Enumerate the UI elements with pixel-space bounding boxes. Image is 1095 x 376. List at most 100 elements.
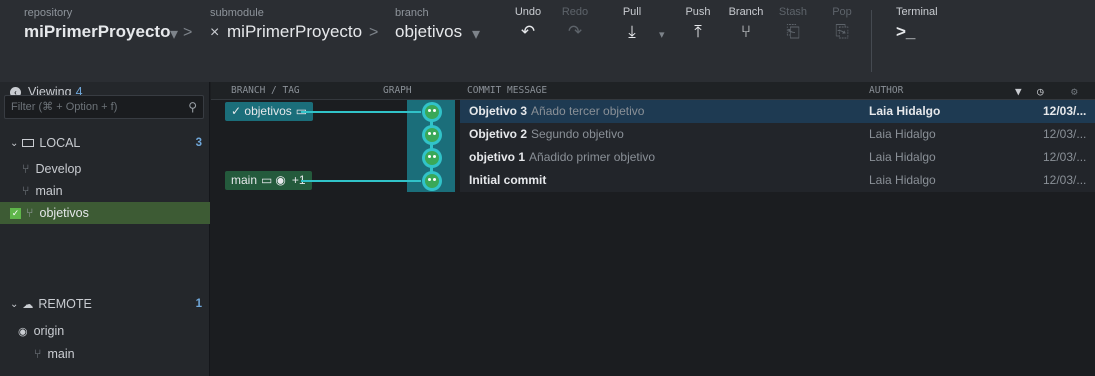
stash-icon: ⎗ [786,22,800,41]
chevron-down-icon[interactable]: ▾ [472,24,480,44]
local-label: LOCAL [39,136,81,150]
commit-graph: BRANCH / TAG GRAPH COMMIT MESSAGE AUTHOR… [211,82,1095,376]
branch-label-main[interactable]: main ▭ ◉ +1 [225,171,312,190]
repository-selector[interactable]: miPrimerProyecto [24,22,170,42]
redo-button[interactable]: Redo ↷ [549,6,601,42]
local-section-header[interactable]: ⌄ LOCAL 3 [0,132,210,154]
commit-message: objetivo 1 Añadido primer objetivo [469,150,655,164]
branch-button[interactable]: Branch ⑂ [720,6,772,42]
remote-section-header[interactable]: ⌄ ☁ REMOTE 1 [0,293,210,315]
author-header[interactable]: AUTHOR [869,85,903,96]
branch-icon: ⑂ [740,22,752,41]
commit-message: Objetivo 2 Segundo objetivo [469,127,624,141]
undo-label: Undo [514,6,542,18]
chevron-down-icon[interactable]: ▾ [170,24,178,44]
commit-description: Añado tercer objetivo [531,104,645,118]
branch-tag-header[interactable]: BRANCH / TAG [231,85,300,96]
branch-icon: ⑂ [34,347,42,361]
breadcrumb-separator-icon: > [183,24,193,41]
commit-message: Objetivo 3 Añado tercer objetivo [469,104,644,118]
table-row[interactable]: objetivo 1 Añadido primer objetivo Laia H… [211,146,1095,169]
search-icon[interactable]: ⚲ [188,96,197,118]
github-icon: ◉ [18,325,28,338]
branch-name: objetivos [39,206,89,220]
filter-icon[interactable]: ▼ [1015,85,1022,98]
filter-input[interactable]: Filter (⌘ + Option + f) ⚲ [4,95,204,119]
commit-node-avatar[interactable] [422,148,442,168]
clock-icon[interactable]: ◷ [1037,85,1044,98]
branch-icon: ⑂ [22,162,30,176]
breadcrumb-separator-icon: > [369,24,379,41]
local-count: 3 [195,137,202,149]
graph-header[interactable]: GRAPH [383,85,412,96]
commit-title: objetivo 1 [469,150,526,164]
commit-author: Laia Hidalgo [869,104,941,118]
branch-name: main [231,173,258,187]
pop-button[interactable]: Pop ⎘ [816,6,868,42]
toolbar: repository miPrimerProyecto ▾ > submodul… [0,0,1095,82]
sidebar-item-origin[interactable]: ◉ origin [0,320,210,342]
branch-name: objetivos [244,104,292,118]
stash-button[interactable]: Stash ⎗ [767,6,819,42]
sidebar-item-origin-main[interactable]: ⑂ main [0,343,210,365]
redo-label: Redo [561,6,589,18]
push-label: Push [685,6,711,18]
terminal-icon: >_ [896,22,916,41]
commit-node-avatar[interactable] [422,171,442,191]
commit-message-header[interactable]: COMMIT MESSAGE [467,85,547,96]
pop-label: Pop [832,6,852,18]
checkbox-icon[interactable]: ✓ [10,207,21,219]
commit-node-avatar[interactable] [422,125,442,145]
sidebar-item-develop[interactable]: ⑂ Develop [0,158,210,180]
stash-label: Stash [778,6,808,18]
commit-title: Objetivo 2 [469,127,528,141]
commit-date: 12/03/... [1043,173,1087,187]
pop-icon: ⎘ [835,22,849,41]
cloud-icon: ☁ [22,298,34,311]
redo-icon: ↷ [567,22,583,41]
branch-label: Branch [728,6,764,18]
commit-title: Objetivo 3 [469,104,528,118]
commit-description: Añadido primer objetivo [529,150,656,164]
branch-connector [301,111,421,113]
branch-name: main [35,184,63,198]
toolbar-divider [871,10,872,72]
sidebar: ‹ Viewing 4 Filter (⌘ + Option + f) ⚲ ⌄ … [0,82,210,376]
table-row[interactable]: Objetivo 2 Segundo objetivo Laia Hidalgo … [211,123,1095,146]
chevron-down-icon: ⌄ [10,298,19,310]
push-icon: ⤒ [694,22,702,41]
branch-label-objetivos[interactable]: ✓ objetivos▭ [225,102,314,121]
submodule-selector[interactable]: miPrimerProyecto [227,22,362,42]
close-submodule-icon[interactable]: × [210,24,219,42]
checkmark-icon: ✓ [231,104,245,118]
commit-date: 12/03/... [1043,127,1087,141]
sidebar-item-main[interactable]: ⑂ main [0,180,210,202]
push-button[interactable]: Push ⤒ [672,6,724,42]
branch-name: Develop [35,162,82,176]
terminal-label: Terminal [896,6,938,18]
terminal-button[interactable]: Terminal >_ [880,6,940,42]
chevron-down-icon: ⌄ [10,137,19,149]
commit-author: Laia Hidalgo [869,150,936,164]
sidebar-item-objetivos[interactable]: ✓ ⑂ objetivos [0,202,210,224]
undo-icon: ↶ [520,22,536,41]
pull-button[interactable]: Pull ⤓ [606,6,658,42]
commit-node-avatar[interactable] [422,102,442,122]
row-background [460,169,1095,192]
remote-name: origin [33,324,65,338]
undo-button[interactable]: Undo ↶ [502,6,554,42]
commit-description: Segundo objetivo [531,127,624,141]
commit-title: Initial commit [469,173,547,187]
remote-count: 1 [195,298,202,310]
branch-selector[interactable]: objetivos [395,22,462,42]
pull-options-icon[interactable]: ▾ [659,28,665,41]
branch-caption: branch [395,7,429,19]
branch-icon: ⑂ [26,206,34,220]
filter-placeholder: Filter (⌘ + Option + f) [11,101,118,113]
branch-connector [301,180,421,182]
graph-line [430,112,433,180]
commit-date: 12/03/... [1043,150,1087,164]
remote-label: REMOTE [38,297,92,311]
submodule-caption: submodule [210,7,264,19]
gear-icon[interactable]: ⚙ [1071,85,1078,98]
